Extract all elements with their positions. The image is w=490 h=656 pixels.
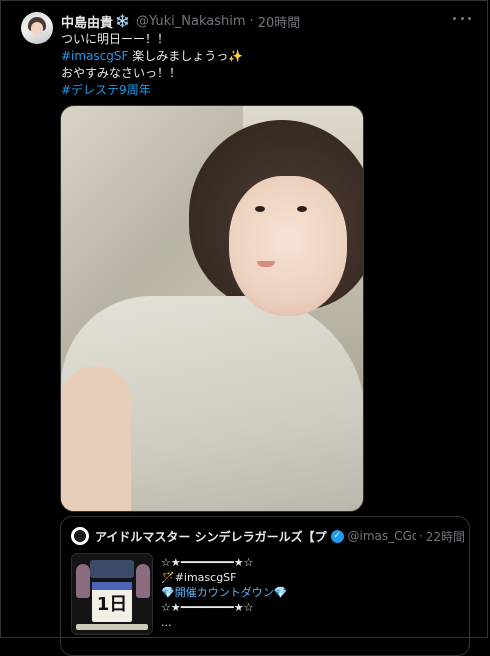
quoted-line: 🪄#imascgSF [161, 571, 237, 584]
quoted-separator: · [418, 529, 423, 543]
tweet-line-2: #imascgSF 楽しみましょうっ✨ [61, 48, 243, 65]
quoted-avatar[interactable] [71, 527, 89, 545]
snowflake-icon: ❄️ [115, 14, 130, 28]
quoted-line: ☆★━━━━━━━━★☆ [161, 556, 254, 569]
tweet-line-3: おやすみなさいっ！！ [61, 65, 181, 82]
photo-eye [297, 206, 307, 212]
tweet-text: おやすみなさいっ！！ [61, 66, 182, 80]
quoted-timestamp[interactable]: 22時間 [426, 528, 465, 545]
timestamp[interactable]: 20時間 [258, 12, 301, 31]
thumbnail-idol [76, 564, 90, 598]
quoted-line: 💎開催カウントダウン💎 [161, 586, 288, 599]
author-handle[interactable]: @Yuki_Nakashim [136, 14, 246, 29]
hashtag-link[interactable]: #デレステ9周年 [61, 83, 151, 97]
thumbnail-logo [90, 560, 134, 578]
quoted-author-name[interactable]: アイドルマスター シンデレラガールズ【プラ [95, 528, 328, 545]
tweet-photo[interactable] [60, 105, 364, 512]
tweet-line-4: #デレステ9周年 [61, 82, 151, 99]
quoted-thumbnail[interactable]: 1日 [71, 553, 153, 635]
avatar[interactable] [21, 12, 53, 44]
thumbnail-idol [136, 564, 150, 598]
quoted-handle[interactable]: @imas_CGo [348, 529, 416, 543]
more-dot [453, 16, 456, 20]
avatar-face [31, 22, 43, 35]
hashtag-link[interactable]: #imascgSF [61, 49, 128, 63]
thumbnail-band [92, 582, 132, 590]
tweet-line-1: ついに明日ーー！！ [61, 31, 169, 48]
tweet-text: 楽しみましょうっ✨ [128, 49, 244, 63]
more-dot [468, 16, 471, 20]
tweet-card[interactable]: 中島由貴 ❄️ @Yuki_Nakashim · 20時間 ついに明日ーー！！ … [0, 0, 488, 656]
author-name[interactable]: 中島由貴 [61, 12, 113, 31]
tweet-header: 中島由貴 ❄️ @Yuki_Nakashim · 20時間 [61, 12, 301, 31]
photo-arm [61, 366, 131, 511]
quoted-tweet[interactable]: アイドルマスター シンデレラガールズ【プラ ✓ @imas_CGo · 22時間… [60, 516, 470, 656]
more-options-icon[interactable] [453, 11, 471, 25]
separator-dot: · [249, 13, 254, 29]
verified-icon: ✓ [330, 529, 344, 543]
quoted-ellipsis: ... [161, 616, 172, 629]
more-dot [460, 16, 464, 20]
photo-face [229, 176, 347, 316]
photo-eye [255, 206, 265, 212]
thumbnail-footer [76, 624, 148, 630]
thumbnail-countdown: 1日 [96, 594, 128, 615]
tweet-text: ついに明日ーー！！ [61, 32, 170, 46]
quoted-line: ☆★━━━━━━━━★☆ [161, 601, 254, 614]
quoted-header: アイドルマスター シンデレラガールズ【プラ ✓ @imas_CGo · 22時間 [95, 527, 465, 545]
